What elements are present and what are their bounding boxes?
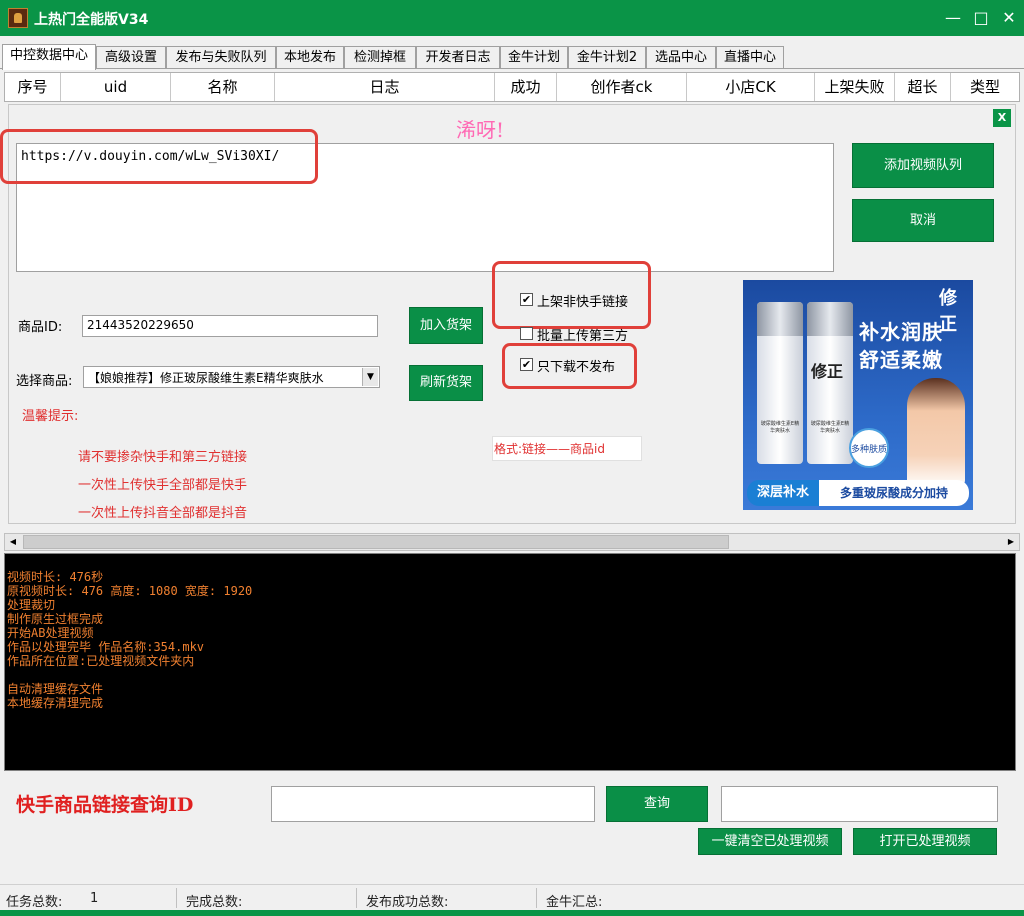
format-hint: 格式:链接——商品id [494,442,605,456]
status-separator [356,888,357,908]
panel-close-button[interactable]: X [993,109,1011,127]
highlight-url [0,129,318,184]
select-product-label: 选择商品: [16,374,73,389]
ad-slogan-2: 舒适柔嫩 [859,348,943,372]
tab-bar: 中控数据中心 高级设置 发布与失败队列 本地发布 检测掉框 开发者日志 金牛计划… [0,44,1024,70]
product-id-label: 商品ID: [18,320,63,335]
tab-jinniu-plan[interactable]: 金牛计划 [500,46,568,68]
tab-live-center[interactable]: 直播中心 [716,46,784,68]
bottom-border [0,910,1024,916]
brand-logo: 修正 [939,288,957,335]
col-success[interactable]: 成功 [495,73,557,101]
bottle-label-1: 玻尿酸维生素E精华爽肤水 [760,421,800,434]
clear-processed-button[interactable]: 一键清空已处理视频 [698,828,842,855]
panel-title: 浠呀! [455,118,505,142]
batch-upload-label: 批量上传第三方 [537,329,629,344]
query-input[interactable] [271,786,595,822]
ad-footer-right: 多重玻尿酸成分加持 [819,480,969,506]
batch-upload-checkbox[interactable] [520,327,533,340]
title-bar [0,0,1024,36]
col-overlong[interactable]: 超长 [895,73,951,101]
bottle-cap-1 [757,302,803,336]
col-list-failed[interactable]: 上架失败 [815,73,895,101]
col-log[interactable]: 日志 [275,73,495,101]
model-figure [907,378,965,488]
col-creator-ck[interactable]: 创作者ck [557,73,687,101]
open-processed-button[interactable]: 打开已处理视频 [853,828,997,855]
tab-control-center[interactable]: 中控数据中心 [2,44,96,70]
highlight-download [502,343,637,389]
query-label: 快手商品链接查询ID [16,794,194,816]
tab-local-publish[interactable]: 本地发布 [276,46,344,68]
col-shop-ck[interactable]: 小店CK [687,73,815,101]
task-total-label: 任务总数: [6,895,63,910]
tip-line: 一次性上传快手全部都是快手 [78,478,248,493]
query-result-field[interactable] [721,786,998,822]
chevron-down-icon[interactable]: ▼ [362,368,378,386]
ad-footer-left: 深层补水 [747,480,819,506]
task-total-value: 1 [90,891,99,906]
done-total-label: 完成总数: [186,895,243,910]
log-line: 本地缓存清理完成 [7,696,104,710]
product-ad-image: 修正 玻尿酸维生素E精华爽肤水 玻尿酸维生素E精华爽肤水 修正 补水润肤 舒适柔… [743,280,973,510]
horizontal-scrollbar[interactable]: ◀ ▶ [4,533,1020,551]
close-window-button[interactable]: ✕ [996,6,1022,30]
scrollbar-thumb[interactable] [23,535,729,549]
col-uid[interactable]: uid [61,73,171,101]
publish-total-label: 发布成功总数: [366,895,449,910]
highlight-nonks [492,261,651,329]
col-type[interactable]: 类型 [951,73,1019,101]
col-index[interactable]: 序号 [5,73,61,101]
tab-publish-queue[interactable]: 发布与失败队列 [166,46,276,68]
tip-line: 一次性上传抖音全部都是抖音 [78,506,248,521]
tab-detect-frame[interactable]: 检测掉框 [344,46,416,68]
log-line: 作品所在位置:已处理视频文件夹内 [7,654,195,668]
scroll-right-arrow-icon[interactable]: ▶ [1005,535,1017,549]
bottle-label-2: 玻尿酸维生素E精华爽肤水 [810,421,850,434]
query-button[interactable]: 查询 [606,786,708,822]
log-console[interactable]: 视频时长: 476秒 原视频时长: 476 高度: 1080 宽度: 1920 … [4,553,1016,771]
status-bar [0,884,1024,912]
cancel-button[interactable]: 取消 [852,199,994,242]
status-separator [536,888,537,908]
col-name[interactable]: 名称 [171,73,275,101]
product-select[interactable]: 【娘娘推荐】修正玻尿酸维生素E精华爽肤水 [83,366,380,388]
bottle-cap-2 [807,302,853,336]
product-select-value: 【娘娘推荐】修正玻尿酸维生素E精华爽肤水 [88,371,324,385]
jinniu-total-label: 金牛汇总: [546,895,603,910]
window-title: 上热门全能版V34 [34,12,149,28]
tab-developer-log[interactable]: 开发者日志 [416,46,500,68]
product-id-input[interactable]: 21443520229650 [82,315,378,337]
app-logo-icon [8,8,28,28]
ad-slogan-1: 补水润肤 [859,320,943,344]
status-separator [176,888,177,908]
tab-jinniu-plan-2[interactable]: 金牛计划2 [568,46,646,68]
add-video-queue-button[interactable]: 添加视频队列 [852,143,994,188]
minimize-button[interactable]: — [940,6,966,30]
tips-title: 温馨提示: [22,409,79,424]
grid-header: 序号 uid 名称 日志 成功 创作者ck 小店CK 上架失败 超长 类型 [4,72,1020,102]
tab-advanced-settings[interactable]: 高级设置 [96,46,166,68]
refresh-shelf-button[interactable]: 刷新货架 [409,365,483,401]
maximize-button[interactable]: □ [968,6,994,30]
tab-product-center[interactable]: 选品中心 [646,46,716,68]
tip-line: 请不要掺杂快手和第三方链接 [78,450,248,465]
add-shelf-button[interactable]: 加入货架 [409,307,483,344]
scroll-left-arrow-icon[interactable]: ◀ [7,535,19,549]
ad-badge: 多种肤质 [849,428,889,468]
bottle-logo: 修正 [811,362,844,381]
